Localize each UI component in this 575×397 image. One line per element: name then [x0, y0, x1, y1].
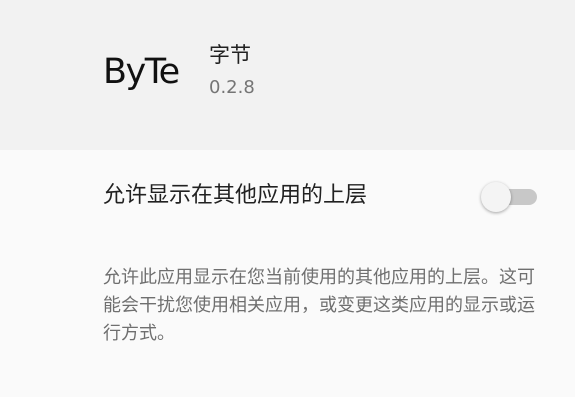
toggle-thumb — [481, 182, 511, 212]
app-version: 0.2.8 — [209, 77, 255, 98]
setting-description: 允许此应用显示在您当前使用的其他应用的上层。这可能会干扰您使用相关应用，或变更这… — [103, 267, 535, 344]
app-header: ByTe 字节 0.2.8 — [0, 0, 575, 150]
display-over-other-apps-row[interactable]: 允许显示在其他应用的上层 — [0, 150, 575, 245]
app-info-screen: ByTe 字节 0.2.8 允许显示在其他应用的上层 允许此应用显示在您当前使用… — [0, 0, 575, 397]
app-name: 字节 — [209, 43, 251, 67]
setting-title: 允许显示在其他应用的上层 — [103, 183, 368, 208]
display-over-apps-toggle[interactable] — [481, 180, 539, 212]
app-logo: ByTe — [103, 52, 180, 92]
